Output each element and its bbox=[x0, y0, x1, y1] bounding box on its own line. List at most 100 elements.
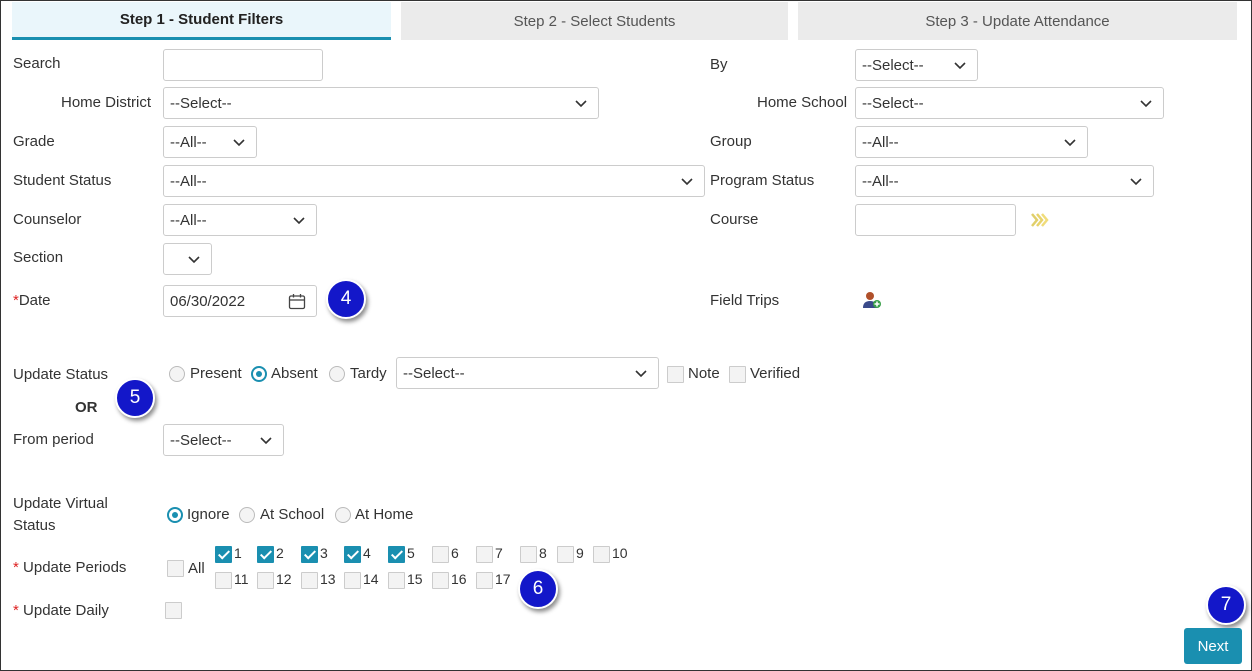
period-label-17: 17 bbox=[495, 571, 511, 587]
grade-select[interactable]: --All-- bbox=[163, 126, 257, 158]
chevron-down-icon bbox=[575, 100, 587, 108]
period-checkbox-11[interactable] bbox=[215, 572, 232, 589]
calendar-icon[interactable] bbox=[288, 293, 306, 310]
home-district-select[interactable]: --Select-- bbox=[163, 87, 599, 119]
period-label-7: 7 bbox=[495, 545, 503, 561]
period-checkbox-2[interactable] bbox=[257, 546, 274, 563]
chevron-down-icon bbox=[1064, 139, 1076, 147]
home-school-label: Home School bbox=[757, 94, 848, 111]
update-periods-label: * Update Periods bbox=[13, 559, 126, 576]
date-label: *Date bbox=[13, 292, 51, 309]
tardy-radio[interactable] bbox=[329, 366, 345, 382]
program-status-select[interactable]: --All-- bbox=[855, 165, 1154, 197]
required-marker: * bbox=[13, 559, 19, 576]
tab-student-filters[interactable]: Step 1 - Student Filters bbox=[12, 2, 391, 40]
at-home-label: At Home bbox=[355, 506, 414, 523]
field-trips-icon[interactable] bbox=[862, 291, 882, 309]
at-home-radio[interactable] bbox=[335, 507, 351, 523]
home-school-select[interactable]: --Select-- bbox=[855, 87, 1164, 119]
at-school-label: At School bbox=[260, 506, 325, 523]
period-checkbox-7[interactable] bbox=[476, 546, 493, 563]
next-button[interactable]: Next bbox=[1184, 628, 1242, 664]
period-checkbox-1[interactable] bbox=[215, 546, 232, 563]
date-label-text: Date bbox=[18, 292, 51, 309]
note-checkbox[interactable] bbox=[667, 366, 684, 383]
period-checkbox-4[interactable] bbox=[344, 546, 361, 563]
period-label-3: 3 bbox=[320, 545, 328, 561]
attendance-reason-select[interactable]: --Select-- bbox=[396, 357, 659, 389]
by-select[interactable]: --Select-- bbox=[855, 49, 978, 81]
period-label-13: 13 bbox=[320, 571, 336, 587]
student-status-value: --All-- bbox=[170, 172, 207, 190]
note-label: Note bbox=[688, 365, 720, 382]
course-label: Course bbox=[710, 211, 759, 228]
period-checkbox-9[interactable] bbox=[557, 546, 574, 563]
chevron-down-icon bbox=[1140, 100, 1152, 108]
period-label-1: 1 bbox=[234, 545, 242, 561]
group-label: Group bbox=[710, 133, 752, 150]
period-checkbox-10[interactable] bbox=[593, 546, 610, 563]
period-checkbox-12[interactable] bbox=[257, 572, 274, 589]
wizard-tabs: Step 1 - Student Filters Step 2 - Select… bbox=[0, 0, 1252, 42]
search-input[interactable] bbox=[163, 49, 323, 81]
verified-checkbox[interactable] bbox=[729, 366, 746, 383]
student-status-label: Student Status bbox=[13, 172, 112, 189]
grade-label: Grade bbox=[13, 133, 55, 150]
period-checkbox-15[interactable] bbox=[388, 572, 405, 589]
section-select[interactable] bbox=[163, 243, 212, 275]
period-label-14: 14 bbox=[363, 571, 379, 587]
home-district-value: --Select-- bbox=[170, 94, 232, 112]
chevron-down-icon bbox=[260, 437, 272, 445]
or-separator: OR bbox=[75, 399, 98, 416]
by-value: --Select-- bbox=[862, 56, 924, 74]
at-school-radio[interactable] bbox=[239, 507, 255, 523]
from-period-select[interactable]: --Select-- bbox=[163, 424, 284, 456]
period-checkbox-3[interactable] bbox=[301, 546, 318, 563]
tab-update-attendance[interactable]: Step 3 - Update Attendance bbox=[798, 2, 1237, 40]
callout-badge-5: 5 bbox=[115, 378, 155, 418]
period-checkbox-5[interactable] bbox=[388, 546, 405, 563]
update-daily-label-text: Update Daily bbox=[23, 602, 109, 619]
update-daily-checkbox[interactable] bbox=[165, 602, 182, 619]
period-checkbox-14[interactable] bbox=[344, 572, 361, 589]
course-lookup-icon[interactable] bbox=[1031, 212, 1049, 228]
period-label-10: 10 bbox=[612, 545, 628, 561]
period-checkbox-13[interactable] bbox=[301, 572, 318, 589]
counselor-select[interactable]: --All-- bbox=[163, 204, 317, 236]
period-checkbox-8[interactable] bbox=[520, 546, 537, 563]
all-periods-label: All bbox=[188, 560, 205, 577]
period-checkbox-16[interactable] bbox=[432, 572, 449, 589]
course-input[interactable] bbox=[855, 204, 1016, 236]
update-periods-label-text: Update Periods bbox=[23, 559, 127, 576]
period-label-16: 16 bbox=[451, 571, 467, 587]
field-trips-label: Field Trips bbox=[710, 292, 780, 309]
period-label-11: 11 bbox=[234, 571, 249, 587]
period-label-12: 12 bbox=[276, 571, 292, 587]
counselor-value: --All-- bbox=[170, 211, 207, 229]
period-checkbox-17[interactable] bbox=[476, 572, 493, 589]
chevron-down-icon bbox=[681, 178, 693, 186]
chevron-down-icon bbox=[233, 139, 245, 147]
period-label-15: 15 bbox=[407, 571, 423, 587]
search-label: Search bbox=[13, 55, 61, 72]
all-periods-checkbox[interactable] bbox=[167, 560, 184, 577]
period-label-2: 2 bbox=[276, 545, 284, 561]
chevron-down-icon bbox=[954, 62, 966, 70]
callout-badge-7: 7 bbox=[1206, 585, 1246, 625]
callout-badge-6: 6 bbox=[518, 569, 558, 609]
period-label-6: 6 bbox=[451, 545, 459, 561]
student-status-select[interactable]: --All-- bbox=[163, 165, 705, 197]
chevron-down-icon bbox=[1130, 178, 1142, 186]
group-select[interactable]: --All-- bbox=[855, 126, 1088, 158]
tab-select-students[interactable]: Step 2 - Select Students bbox=[401, 2, 788, 40]
date-field[interactable]: 06/30/2022 bbox=[163, 285, 317, 317]
ignore-radio[interactable] bbox=[167, 507, 183, 523]
period-checkbox-6[interactable] bbox=[432, 546, 449, 563]
absent-radio[interactable] bbox=[251, 366, 267, 382]
tardy-label: Tardy bbox=[350, 365, 387, 382]
present-radio[interactable] bbox=[169, 366, 185, 382]
from-period-label: From period bbox=[13, 431, 94, 448]
ignore-label: Ignore bbox=[187, 506, 230, 523]
period-label-5: 5 bbox=[407, 545, 415, 561]
group-value: --All-- bbox=[862, 133, 899, 151]
